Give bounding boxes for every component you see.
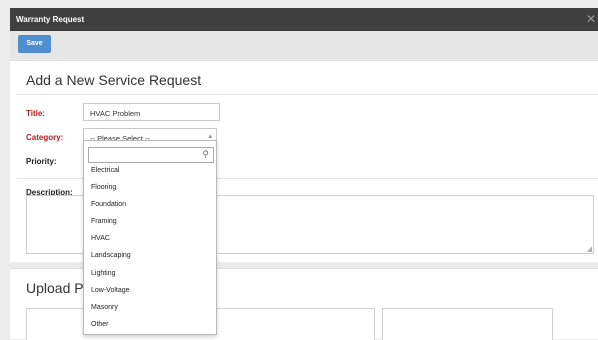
upload-dropzone[interactable] <box>382 308 553 340</box>
category-option-hvac[interactable]: HVAC <box>84 230 216 247</box>
resize-grip-icon[interactable]: ◢ <box>587 245 592 253</box>
title-field[interactable]: HVAC Problem <box>83 103 220 121</box>
category-option-foundation[interactable]: Foundation <box>84 196 216 213</box>
category-label: Category: <box>26 133 64 142</box>
category-option-lighting[interactable]: Lighting <box>84 265 216 282</box>
title-field-value: HVAC Problem <box>90 109 141 118</box>
category-option-framing[interactable]: Framing <box>84 213 216 230</box>
upload-heading: Upload Pi <box>26 280 87 296</box>
category-options-list: Electrical Flooring Foundation Framing H… <box>84 162 216 333</box>
category-option-landscaping[interactable]: Landscaping <box>84 247 216 264</box>
category-search-input[interactable] <box>88 147 214 163</box>
category-option-masonry[interactable]: Masonry <box>84 299 216 316</box>
title-label: Title: <box>26 109 45 118</box>
category-dropdown: ⚲ Electrical Flooring Foundation Framing… <box>83 140 217 335</box>
category-option-low-voltage[interactable]: Low-Voltage <box>84 282 216 299</box>
dialog-title: Warranty Request <box>16 15 85 24</box>
category-option-other[interactable]: Other <box>84 316 216 333</box>
category-option-electrical[interactable]: Electrical <box>84 162 216 179</box>
dialog-titlebar: Warranty Request ✕ <box>10 8 598 31</box>
chevron-up-icon: ▴ <box>208 133 212 140</box>
category-option-flooring[interactable]: Flooring <box>84 179 216 196</box>
close-icon[interactable]: ✕ <box>586 12 596 26</box>
toolbar: Save <box>10 31 598 59</box>
divider <box>17 94 598 95</box>
search-icon: ⚲ <box>202 149 209 159</box>
form-heading: Add a New Service Request <box>26 72 202 88</box>
priority-label: Priority: <box>26 157 57 166</box>
save-button[interactable]: Save <box>18 35 51 53</box>
